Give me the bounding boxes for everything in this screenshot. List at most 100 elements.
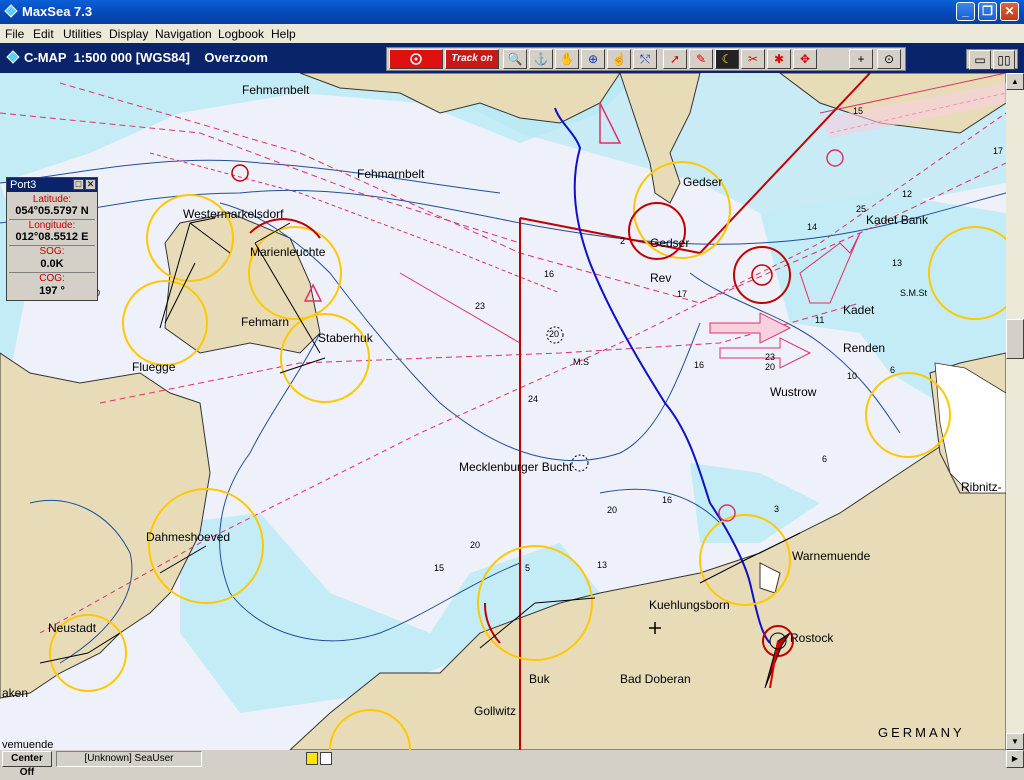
target-icon[interactable]: ⊕: [581, 49, 605, 69]
label-rostock: Rostock: [790, 631, 834, 645]
nautical-chart[interactable]: Fehmarnbelt Fehmarnbelt Westermarkelsdor…: [0, 73, 1006, 750]
app-logo-icon: [4, 4, 18, 18]
depth: 13: [892, 258, 903, 268]
mob-icon[interactable]: ✱: [767, 49, 791, 69]
pan-icon[interactable]: ☝: [607, 49, 631, 69]
cross-icon[interactable]: +: [849, 49, 873, 69]
label-germany: GERMANY: [878, 725, 965, 740]
user-status: [Unknown] SeaUser: [56, 751, 202, 767]
menu-help[interactable]: Help: [271, 27, 296, 41]
menu-navigation[interactable]: Navigation: [155, 27, 212, 41]
label-warnemuende: Warnemuende: [792, 549, 871, 563]
menu-edit[interactable]: Edit: [33, 27, 54, 41]
label-fluegge: Fluegge: [132, 360, 176, 374]
label-neustadt: Neustadt: [48, 621, 97, 635]
latitude-value: 054°05.5797 N: [15, 205, 89, 217]
depth: 2: [620, 236, 626, 246]
panel-maximize-button[interactable]: □: [73, 179, 84, 190]
move-icon[interactable]: ✥: [793, 49, 817, 69]
layout-single-icon[interactable]: ▭: [969, 50, 991, 70]
map-toolbar: Track on 🔍 ⚓ ✋ ⊕ ☝ ⤲ ➚ ✎ ☾ ✂ ✱ ✥ + ⊙: [386, 47, 906, 71]
depth: 5: [525, 563, 531, 573]
route-icon[interactable]: ⤲: [633, 49, 657, 69]
latitude-label: Latitude:: [32, 194, 72, 205]
center-icon[interactable]: ⊙: [877, 49, 901, 69]
menu-file[interactable]: File: [5, 27, 24, 41]
label-staberhuk: Staberhuk: [318, 331, 373, 345]
cmap-logo-icon: [6, 50, 20, 64]
record-icon: [410, 53, 422, 65]
depth: 3: [774, 504, 780, 514]
label-fehmarnbelt: Fehmarnbelt: [357, 167, 425, 181]
vertical-scrollbar[interactable]: ▲ ▼: [1006, 73, 1024, 750]
scroll-down-arrow-icon[interactable]: ▼: [1006, 733, 1024, 750]
pointer-icon[interactable]: ➚: [663, 49, 687, 69]
depth: 17: [993, 146, 1004, 156]
depth: 15: [853, 106, 864, 116]
anchor-icon[interactable]: ⚓: [529, 49, 553, 69]
status-pencil-icon[interactable]: [320, 752, 332, 765]
pencil-icon[interactable]: ✎: [689, 49, 713, 69]
hand-icon[interactable]: ✋: [555, 49, 579, 69]
label-renden: Renden: [843, 341, 886, 355]
depth: 24: [528, 394, 539, 404]
sog-value: 0.0K: [40, 258, 64, 270]
status-yellow-icon[interactable]: [306, 752, 318, 765]
depth: 20: [765, 362, 776, 372]
sog-label: SOG:: [39, 246, 65, 257]
layout-split-icon[interactable]: ▯▯: [993, 50, 1015, 70]
label-kadet-bank: Kadet Bank: [866, 213, 929, 227]
label-aken: aken: [2, 686, 29, 700]
menu-logbook[interactable]: Logbook: [218, 27, 264, 41]
label-vemuende: vemuende: [2, 739, 54, 750]
depth: 20: [607, 505, 618, 515]
depth: 16: [694, 360, 705, 370]
label-ribnitz: Ribnitz-: [961, 480, 1002, 494]
label-bad-doberan: Bad Doberan: [620, 672, 691, 686]
status-bar: Center Off [Unknown] SeaUser: [0, 750, 1006, 778]
menu-utilities[interactable]: Utilities: [63, 27, 102, 41]
menu-display[interactable]: Display: [109, 27, 148, 41]
minimize-button[interactable]: _: [956, 2, 975, 21]
label-gollwitz: Gollwitz: [474, 704, 517, 718]
panel-close-button[interactable]: ✕: [85, 179, 96, 190]
position-info-panel[interactable]: Port3 □ ✕ Latitude: 054°05.5797 N Longit…: [6, 177, 98, 301]
cog-value: 197 °: [39, 285, 65, 297]
window-title: MaxSea 7.3: [22, 4, 93, 19]
label-gedser: Gedser: [650, 236, 690, 250]
depth: 17: [677, 289, 688, 299]
depth: 23: [765, 352, 776, 362]
label-sms: S.M.St: [900, 288, 928, 298]
depth: 10: [847, 371, 858, 381]
depth: 12: [902, 189, 913, 199]
scroll-thumb[interactable]: [1006, 319, 1024, 359]
scroll-up-arrow-icon[interactable]: ▲: [1006, 73, 1024, 90]
label-marienleuchte: Marienleuchte: [250, 245, 326, 259]
record-button[interactable]: [389, 49, 443, 69]
cog-label: COG:: [39, 273, 65, 284]
depth: 16: [544, 269, 555, 279]
depth: 6: [822, 454, 828, 464]
depth: 20: [549, 329, 560, 339]
zoom-icon[interactable]: 🔍: [503, 49, 527, 69]
label-ms: M.S: [573, 357, 590, 367]
center-off-button[interactable]: Center Off: [2, 751, 52, 778]
label-kuehlungsborn: Kuehlungsborn: [649, 598, 730, 612]
depth: 15: [434, 563, 445, 573]
label-rev: Rev: [650, 271, 672, 285]
restore-button[interactable]: ❐: [978, 2, 997, 21]
menu-bar: File Edit Utilities Display Navigation L…: [0, 24, 1024, 43]
depth: 14: [807, 222, 818, 232]
moon-icon[interactable]: ☾: [715, 49, 739, 69]
close-button[interactable]: ✕: [1000, 2, 1019, 21]
track-on-button[interactable]: Track on: [445, 49, 499, 69]
label-westermarkelsdorf: Westermarkelsdorf: [183, 207, 284, 221]
chart-canvas: [0, 73, 1006, 750]
depth: 11: [815, 315, 825, 325]
scissors-icon[interactable]: ✂: [741, 49, 765, 69]
label-fehmarn: Fehmarn: [241, 315, 290, 329]
label-fehmarnbelt-top: Fehmarnbelt: [242, 83, 310, 97]
depth: 13: [597, 560, 608, 570]
scroll-right-arrow-icon[interactable]: ▶: [1006, 750, 1024, 768]
label-gedser-top: Gedser: [683, 175, 723, 189]
